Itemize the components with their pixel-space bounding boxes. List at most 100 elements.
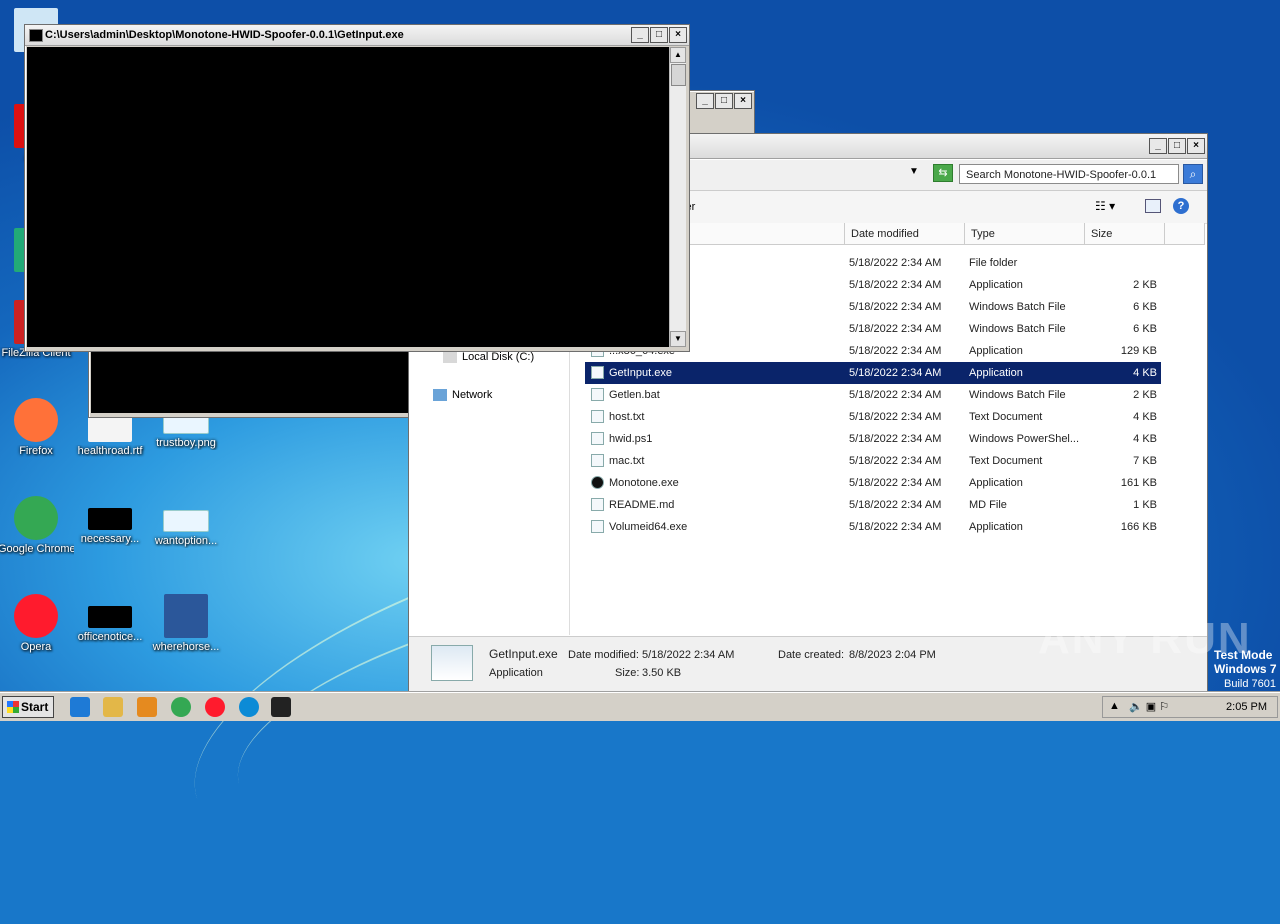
close-button[interactable]: × xyxy=(1187,138,1205,154)
desktop-icon[interactable]: officenotice... xyxy=(72,594,148,644)
opera-icon[interactable] xyxy=(205,697,225,717)
help-icon[interactable]: ? xyxy=(1173,198,1189,214)
file-row[interactable]: mac.txt 5/18/2022 2:34 AM Text Document 7 K… xyxy=(585,450,1161,472)
file-date: 5/18/2022 2:34 AM xyxy=(849,499,942,511)
scroll-thumb[interactable] xyxy=(671,64,686,86)
file-row[interactable]: GetInput.exe 5/18/2022 2:34 AM Application… xyxy=(585,362,1161,384)
minimize-button[interactable]: _ xyxy=(1149,138,1167,154)
tray-expand-icon[interactable]: ▲ xyxy=(1109,700,1120,712)
search-icon[interactable]: ⌕ xyxy=(1183,164,1203,184)
column-type[interactable]: Type xyxy=(965,223,1085,245)
close-button[interactable]: × xyxy=(669,27,687,43)
minimize-button[interactable]: _ xyxy=(696,93,714,109)
desktop-icon[interactable]: Firefox xyxy=(0,398,74,458)
file-row[interactable]: hwid.ps1 5/18/2022 2:34 AM Windows PowerSh… xyxy=(585,428,1161,450)
clock[interactable]: 2:05 PM xyxy=(1226,701,1267,713)
close-button[interactable]: × xyxy=(734,93,752,109)
explorer-icon[interactable] xyxy=(103,697,123,717)
column-date-modified[interactable]: Date modified xyxy=(845,223,965,245)
watermark-build: Build 7601 xyxy=(1224,678,1276,690)
column-name[interactable] xyxy=(689,223,845,245)
file-size: 161 KB xyxy=(1120,477,1157,489)
chrome-icon[interactable] xyxy=(171,697,191,717)
file-icon xyxy=(591,498,604,511)
refresh-icon[interactable]: ⇆ xyxy=(933,164,953,182)
desktop-icon-label: necessary... xyxy=(80,533,140,545)
scroll-up-arrow[interactable]: ▲ xyxy=(670,47,686,63)
nav-item[interactable]: Network xyxy=(433,389,492,401)
windows-logo-icon xyxy=(7,701,19,713)
detail-date-modified-label: Date modified: xyxy=(568,649,639,661)
file-icon xyxy=(591,388,604,401)
file-type: MD File xyxy=(969,499,1007,511)
file-size: 6 KB xyxy=(1133,301,1157,313)
watermark-test-mode: Test Mode xyxy=(1214,648,1273,662)
desktop-icon-image xyxy=(88,606,132,628)
file-icon xyxy=(591,366,604,379)
desktop-icon-image xyxy=(14,594,58,638)
minimize-button[interactable]: _ xyxy=(631,27,649,43)
maximize-button[interactable]: □ xyxy=(1168,138,1186,154)
search-input[interactable]: Search Monotone-HWID-Spoofer-0.0.1 xyxy=(959,164,1179,184)
file-type: Application xyxy=(969,367,1023,379)
ie-icon[interactable] xyxy=(70,697,90,717)
desktop-icon[interactable]: necessary... xyxy=(72,496,148,546)
desktop-icon[interactable]: wantoption... xyxy=(148,496,224,548)
console-titlebar[interactable]: C:\Users\admin\Desktop\Monotone-HWID-Spo… xyxy=(25,25,689,46)
console-icon[interactable] xyxy=(271,697,291,717)
nav-item[interactable]: Local Disk (C:) xyxy=(443,351,534,363)
column-extra[interactable] xyxy=(1165,223,1205,245)
detail-date-created: 8/8/2023 2:04 PM xyxy=(849,649,936,661)
column-size[interactable]: Size xyxy=(1085,223,1165,245)
file-date: 5/18/2022 2:34 AM xyxy=(849,389,942,401)
view-options-icon[interactable]: ☷ ▾ xyxy=(1095,199,1115,213)
watermark-os: Windows 7 xyxy=(1214,662,1277,676)
detail-size: 3.50 KB xyxy=(642,667,682,679)
file-type: Text Document xyxy=(969,455,1043,467)
detail-date-created-label: Date created: xyxy=(778,649,845,661)
start-button[interactable]: Start xyxy=(2,696,54,718)
address-dropdown-icon[interactable]: ▼ xyxy=(909,166,919,177)
desktop-icon-image xyxy=(14,496,58,540)
desktop-icon-label: trustboy.png xyxy=(156,437,216,449)
maximize-button[interactable]: □ xyxy=(650,27,668,43)
file-date: 5/18/2022 2:34 AM xyxy=(849,345,942,357)
file-type: File folder xyxy=(969,257,1018,269)
nav-item-label: Network xyxy=(452,389,493,401)
desktop-icon-label: Firefox xyxy=(19,445,53,457)
file-date: 5/18/2022 2:34 AM xyxy=(849,455,942,467)
console-window[interactable]: C:\Users\admin\Desktop\Monotone-HWID-Spo… xyxy=(24,24,690,352)
maximize-button[interactable]: □ xyxy=(715,93,733,109)
console-scrollbar[interactable]: ▲ ▼ xyxy=(669,47,686,347)
preview-pane-icon[interactable] xyxy=(1145,199,1161,213)
file-thumbnail xyxy=(431,645,473,681)
console-output[interactable] xyxy=(27,47,669,347)
file-row[interactable]: Getlen.bat 5/18/2022 2:34 AM Windows Batch… xyxy=(585,384,1161,406)
scroll-down-arrow[interactable]: ▼ xyxy=(670,331,686,347)
file-size: 2 KB xyxy=(1133,279,1157,291)
desktop-icon[interactable]: Opera xyxy=(0,594,74,654)
file-row[interactable]: Volumeid64.exe 5/18/2022 2:34 AM Applicati… xyxy=(585,516,1161,538)
console-title: C:\Users\admin\Desktop\Monotone-HWID-Spo… xyxy=(45,29,404,41)
file-type: Application xyxy=(969,477,1023,489)
file-name: Getlen.bat xyxy=(609,389,660,401)
file-type: Application xyxy=(969,521,1023,533)
detail-date-modified: 5/18/2022 2:34 AM xyxy=(642,649,735,661)
file-row[interactable]: README.md 5/18/2022 2:34 AM MD File 1 KB xyxy=(585,494,1161,516)
file-row[interactable]: host.txt 5/18/2022 2:34 AM Text Document 4 … xyxy=(585,406,1161,428)
desktop-icon[interactable]: wherehorse... xyxy=(148,594,224,654)
file-date: 5/18/2022 2:34 AM xyxy=(849,279,942,291)
file-name: README.md xyxy=(609,499,675,511)
file-size: 1 KB xyxy=(1133,499,1157,511)
desktop-icon[interactable]: Google Chrome xyxy=(0,496,74,556)
file-icon xyxy=(591,476,604,489)
edge-icon[interactable] xyxy=(239,697,259,717)
media-player-icon[interactable] xyxy=(137,697,157,717)
file-size: 4 KB xyxy=(1133,433,1157,445)
file-icon xyxy=(591,410,604,423)
file-size: 7 KB xyxy=(1133,455,1157,467)
file-row[interactable]: Monotone.exe 5/18/2022 2:34 AM Application… xyxy=(585,472,1161,494)
tray-icons[interactable]: 🔈 ▣ ⚐ xyxy=(1129,700,1169,713)
desktop-icon-label: officenotice... xyxy=(77,631,143,643)
file-type: Application xyxy=(969,279,1023,291)
